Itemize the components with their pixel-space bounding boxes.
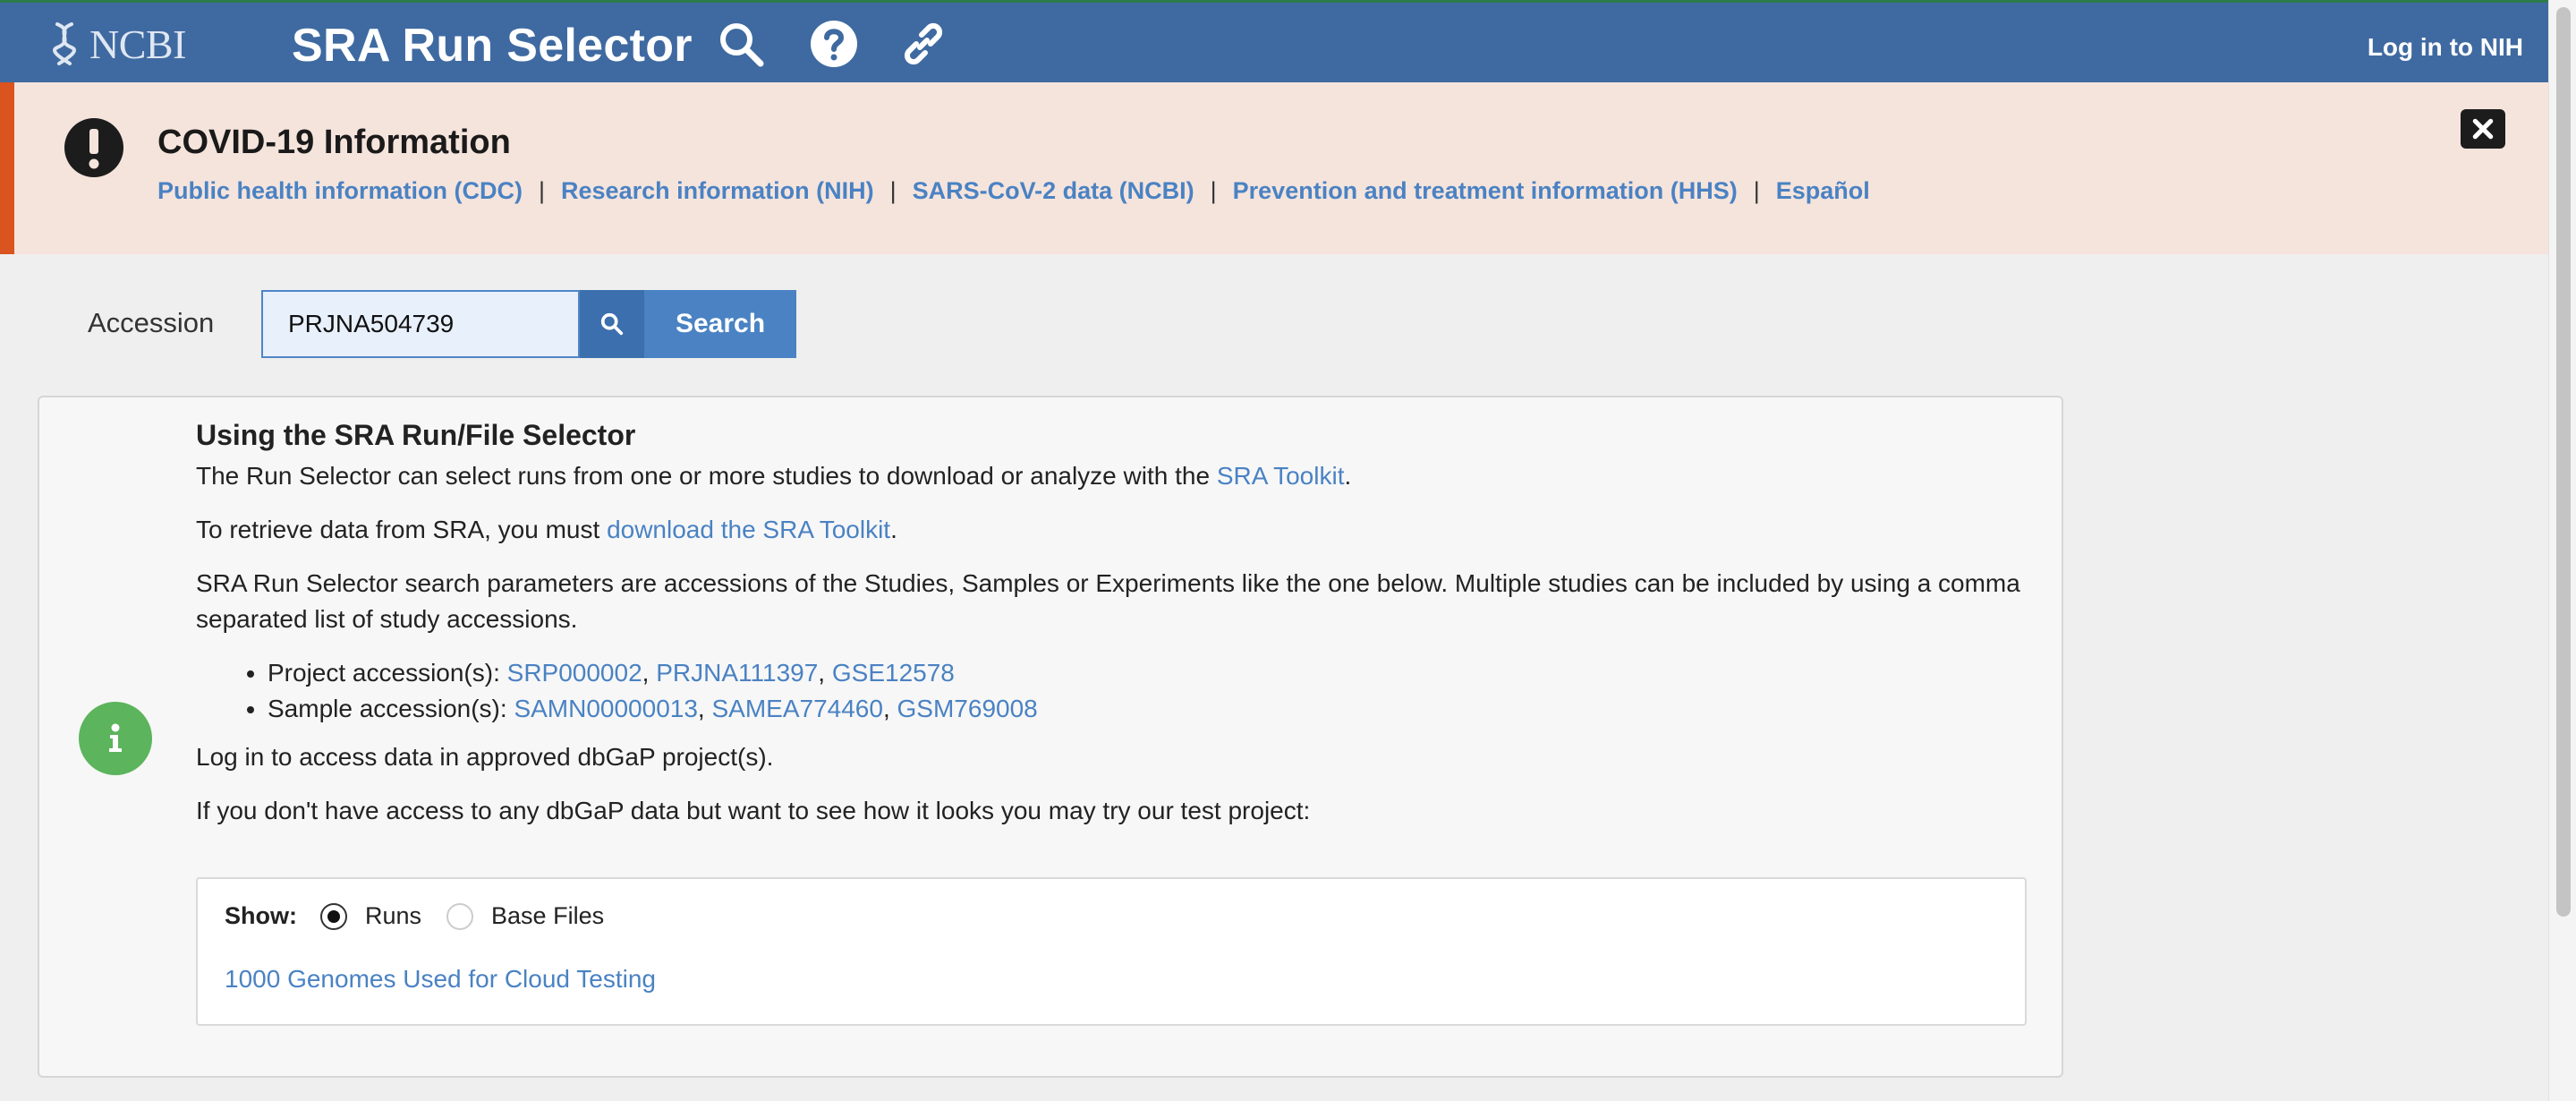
login-link[interactable]: Log in to NIH (2368, 33, 2523, 62)
separator: | (1753, 177, 1760, 204)
accession-input[interactable] (261, 290, 580, 358)
link-icon[interactable] (898, 19, 948, 69)
search-button[interactable]: Search (580, 290, 796, 358)
scrollbar-thumb[interactable] (2556, 7, 2571, 917)
info-text: The Run Selector can select runs from on… (196, 462, 1217, 490)
exclamation-icon (64, 118, 123, 177)
project-accessions-label: Project accession(s): (268, 659, 507, 687)
comma: , (697, 695, 712, 722)
accession-link-samea774460[interactable]: SAMEA774460 (711, 695, 882, 722)
info-heading: Using the SRA Run/File Selector (196, 419, 636, 451)
info-panel: Using the SRA Run/File Selector The Run … (38, 396, 2063, 1078)
info-text: . (1344, 462, 1352, 490)
info-paragraph-login: Log in to access data in approved dbGaP … (196, 743, 774, 771)
espanol-link[interactable]: Español (1776, 177, 1870, 205)
ncbi-logo-text: NCBI (89, 21, 186, 67)
accession-link-gsm769008[interactable]: GSM769008 (897, 695, 1038, 722)
covid-banner: COVID-19 Information Public health infor… (0, 82, 2548, 254)
info-content: Using the SRA Run/File Selector The Run … (196, 415, 2030, 847)
download-toolkit-link[interactable]: download the SRA Toolkit (607, 516, 890, 543)
separator: | (889, 177, 897, 204)
ncbi-data-link[interactable]: SARS-CoV-2 data (NCBI) (913, 177, 1194, 205)
top-navigation-bar: NCBI SRA Run Selector Log in to NIH (0, 0, 2548, 82)
sample-accessions-label: Sample accession(s): (268, 695, 514, 722)
accession-link-gse12578[interactable]: GSE12578 (832, 659, 955, 687)
accession-label: Accession (88, 307, 215, 338)
project-accessions-item: Project accession(s): SRP000002, PRJNA11… (268, 655, 2030, 691)
accession-link-srp000002[interactable]: SRP000002 (507, 659, 642, 687)
show-label: Show: (225, 902, 297, 929)
cdc-link[interactable]: Public health information (CDC) (157, 177, 523, 205)
separator: | (1210, 177, 1217, 204)
app-title[interactable]: SRA Run Selector (292, 19, 693, 73)
info-text: . (890, 516, 897, 543)
show-options: Show: Runs Base Files (225, 902, 629, 930)
runs-radio[interactable] (320, 902, 347, 930)
search-button-label: Search (675, 309, 766, 338)
info-text: To retrieve data from SRA, you must (196, 516, 608, 543)
banner-links: Public health information (CDC) | Resear… (157, 177, 1870, 205)
page-scrollbar[interactable] (2548, 0, 2576, 1101)
separator: | (539, 177, 546, 204)
ncbi-helix-icon (53, 22, 76, 65)
info-paragraph-parameters: SRA Run Selector search parameters are a… (196, 569, 2020, 633)
info-paragraph-test-project: If you don't have access to any dbGaP da… (196, 797, 1311, 824)
test-project-box: Show: Runs Base Files 1000 Genomes Used … (196, 877, 2027, 1026)
banner-title: COVID-19 Information (157, 124, 511, 161)
runs-radio-label[interactable]: Runs (365, 902, 421, 930)
sample-accessions-item: Sample accession(s): SAMN00000013, SAMEA… (268, 691, 2030, 727)
test-project-link[interactable]: 1000 Genomes Used for Cloud Testing (225, 965, 656, 994)
accession-examples-list: Project accession(s): SRP000002, PRJNA11… (268, 655, 2030, 727)
hhs-link[interactable]: Prevention and treatment information (HH… (1233, 177, 1738, 205)
close-icon (2472, 118, 2494, 140)
help-icon[interactable] (809, 19, 859, 69)
accession-link-prjna111397[interactable]: PRJNA111397 (656, 659, 818, 687)
accession-link-samn00000013[interactable]: SAMN00000013 (514, 695, 697, 722)
comma: , (642, 659, 657, 687)
close-banner-button[interactable] (2461, 109, 2505, 149)
info-icon (79, 702, 152, 775)
search-button-icon-area (580, 290, 644, 358)
comma: , (882, 695, 897, 722)
info-paragraph-toolkit: The Run Selector can select runs from on… (196, 458, 2030, 494)
info-paragraph-download: To retrieve data from SRA, you must down… (196, 512, 2030, 548)
base-files-radio-label[interactable]: Base Files (491, 902, 604, 930)
sra-toolkit-link[interactable]: SRA Toolkit (1217, 462, 1345, 490)
comma: , (818, 659, 832, 687)
search-icon[interactable] (716, 19, 766, 69)
nih-link[interactable]: Research information (NIH) (561, 177, 874, 205)
search-icon (600, 312, 624, 336)
ncbi-logo[interactable]: NCBI (45, 21, 186, 67)
base-files-radio[interactable] (446, 902, 474, 930)
